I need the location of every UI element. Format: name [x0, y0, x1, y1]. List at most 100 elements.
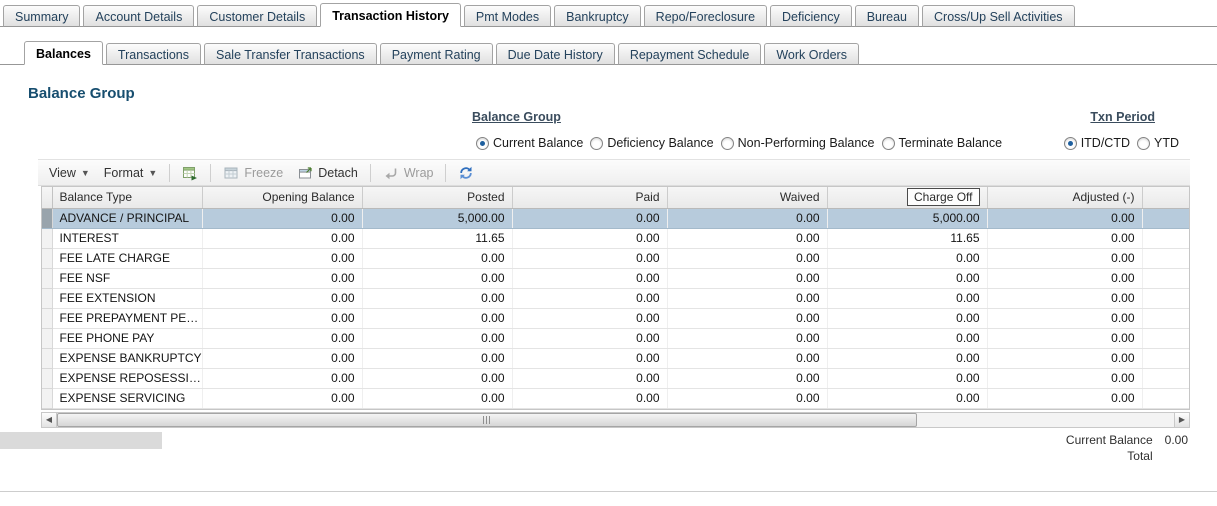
cell-value[interactable]: 0.00: [512, 308, 668, 329]
cell-value[interactable]: 0.00: [362, 308, 513, 329]
cell-value[interactable]: 0.00: [362, 268, 513, 289]
row-selector[interactable]: [42, 388, 53, 409]
cell-value[interactable]: 0.00: [667, 388, 828, 409]
cell-value[interactable]: 0.00: [987, 348, 1143, 369]
column-header-opening-balance[interactable]: Opening Balance: [202, 187, 363, 209]
tab-transactions[interactable]: Transactions: [105, 43, 201, 65]
table-row[interactable]: INTEREST 0.00 11.65 0.00 0.00 11.65 0.00: [42, 228, 1189, 249]
cell-value[interactable]: 0.00: [667, 308, 828, 329]
scroll-left-arrow[interactable]: ◀: [42, 412, 57, 427]
cell-value[interactable]: 0.00: [667, 228, 828, 249]
radio-non-performing-balance[interactable]: Non-Performing Balance: [720, 136, 875, 150]
cell-balance-type[interactable]: EXPENSE SERVICING: [52, 388, 203, 409]
table-row[interactable]: EXPENSE REPOSESSI… 0.00 0.00 0.00 0.00 0.00 0.…: [42, 368, 1189, 389]
cell-value[interactable]: 0.00: [202, 268, 363, 289]
tab-deficiency[interactable]: Deficiency: [770, 5, 852, 27]
tab-customer-details[interactable]: Customer Details: [197, 5, 318, 27]
table-row[interactable]: FEE PHONE PAY 0.00 0.00 0.00 0.00 0.00 0.00: [42, 328, 1189, 349]
cell-value[interactable]: 0.00: [987, 388, 1143, 409]
cell-value[interactable]: 0.00: [202, 348, 363, 369]
cell-value[interactable]: 0.00: [827, 308, 988, 329]
column-header-balance-type[interactable]: Balance Type: [52, 187, 203, 209]
scroll-right-arrow[interactable]: ▶: [1174, 412, 1189, 427]
cell-value[interactable]: 5,000.00: [827, 208, 988, 229]
cell-balance-type[interactable]: ADVANCE / PRINCIPAL: [52, 208, 203, 229]
row-selector[interactable]: [42, 288, 53, 309]
cell-value[interactable]: 0.00: [987, 368, 1143, 389]
cell-value[interactable]: 0.00: [362, 368, 513, 389]
column-header-charge-off-label[interactable]: Charge Off: [907, 188, 980, 207]
column-header-adjusted-minus[interactable]: Adjusted (-): [987, 187, 1143, 209]
radio-ytd[interactable]: YTD: [1137, 136, 1179, 150]
table-row[interactable]: EXPENSE BANKRUPTCY 0.00 0.00 0.00 0.00 0.00 0.…: [42, 348, 1189, 369]
row-selector[interactable]: [42, 268, 53, 289]
cell-value[interactable]: 0.00: [202, 288, 363, 309]
cell-value[interactable]: 0.00: [667, 348, 828, 369]
cell-value[interactable]: 0.00: [512, 248, 668, 269]
cell-value[interactable]: 0.00: [827, 368, 988, 389]
row-selector[interactable]: [42, 248, 53, 269]
cell-value[interactable]: 0.00: [667, 368, 828, 389]
tab-work-orders[interactable]: Work Orders: [764, 43, 859, 65]
row-selector[interactable]: [42, 308, 53, 329]
format-menu-button[interactable]: Format ▼: [97, 163, 165, 183]
cell-value[interactable]: 0.00: [827, 328, 988, 349]
radio-terminate-balance[interactable]: Terminate Balance: [881, 136, 1002, 150]
cell-value[interactable]: 11.65: [827, 228, 988, 249]
table-row[interactable]: FEE NSF 0.00 0.00 0.00 0.00 0.00 0.00: [42, 268, 1189, 289]
column-header-waived[interactable]: Waived: [667, 187, 828, 209]
tab-account-details[interactable]: Account Details: [83, 5, 195, 27]
cell-value[interactable]: 0.00: [827, 388, 988, 409]
tab-transaction-history[interactable]: Transaction History: [320, 3, 461, 27]
cell-value[interactable]: 0.00: [202, 368, 363, 389]
table-row[interactable]: FEE LATE CHARGE 0.00 0.00 0.00 0.00 0.00 0.00: [42, 248, 1189, 269]
refresh-button[interactable]: [451, 162, 481, 184]
radio-itd-ctd[interactable]: ITD/CTD: [1063, 136, 1130, 150]
tab-payment-rating[interactable]: Payment Rating: [379, 43, 493, 65]
cell-value[interactable]: 0.00: [362, 248, 513, 269]
cell-value[interactable]: 0.00: [512, 368, 668, 389]
view-menu-button[interactable]: View ▼: [42, 163, 97, 183]
cell-value[interactable]: 0.00: [667, 268, 828, 289]
radio-deficiency-balance[interactable]: Deficiency Balance: [590, 136, 714, 150]
cell-value[interactable]: 0.00: [202, 308, 363, 329]
row-selector[interactable]: [42, 328, 53, 349]
freeze-button[interactable]: Freeze: [216, 162, 290, 184]
cell-value[interactable]: 0.00: [362, 388, 513, 409]
cell-value[interactable]: 0.00: [667, 208, 828, 229]
table-row[interactable]: EXPENSE SERVICING 0.00 0.00 0.00 0.00 0.00 0.0…: [42, 388, 1189, 409]
column-header-posted[interactable]: Posted: [362, 187, 513, 209]
radio-current-balance[interactable]: Current Balance: [476, 136, 583, 150]
column-header-paid[interactable]: Paid: [512, 187, 668, 209]
row-selector[interactable]: [42, 368, 53, 389]
cell-value[interactable]: 0.00: [512, 388, 668, 409]
cell-value[interactable]: 0.00: [512, 208, 668, 229]
cell-value[interactable]: 0.00: [202, 228, 363, 249]
cell-value[interactable]: 0.00: [987, 328, 1143, 349]
cell-value[interactable]: 0.00: [987, 208, 1143, 229]
cell-value[interactable]: 0.00: [362, 328, 513, 349]
cell-value[interactable]: 0.00: [667, 328, 828, 349]
cell-value[interactable]: 0.00: [202, 248, 363, 269]
cell-value[interactable]: 0.00: [827, 248, 988, 269]
tab-summary[interactable]: Summary: [3, 5, 81, 27]
tab-due-date-history[interactable]: Due Date History: [495, 43, 615, 65]
export-to-excel-button[interactable]: [175, 162, 205, 184]
cell-value[interactable]: 0.00: [512, 348, 668, 369]
column-header-charge-off[interactable]: Charge Off: [827, 187, 988, 209]
cell-value[interactable]: 0.00: [827, 268, 988, 289]
cell-balance-type[interactable]: FEE EXTENSION: [52, 288, 203, 309]
cell-balance-type[interactable]: FEE NSF: [52, 268, 203, 289]
row-selector[interactable]: [42, 348, 53, 369]
tab-repo-foreclosure[interactable]: Repo/Foreclosure: [643, 5, 768, 27]
detach-button[interactable]: Detach: [290, 162, 365, 184]
tab-cross-up-sell-activities[interactable]: Cross/Up Sell Activities: [922, 5, 1075, 27]
row-selector[interactable]: [42, 228, 53, 249]
tab-balances[interactable]: Balances: [24, 41, 103, 65]
row-selector[interactable]: [42, 208, 53, 229]
tab-pmt-modes[interactable]: Pmt Modes: [463, 5, 552, 27]
cell-value[interactable]: 0.00: [987, 308, 1143, 329]
table-row[interactable]: ADVANCE / PRINCIPAL 0.00 5,000.00 0.00 0.00 5…: [42, 208, 1189, 229]
cell-value[interactable]: 0.00: [202, 388, 363, 409]
cell-value[interactable]: 0.00: [987, 288, 1143, 309]
